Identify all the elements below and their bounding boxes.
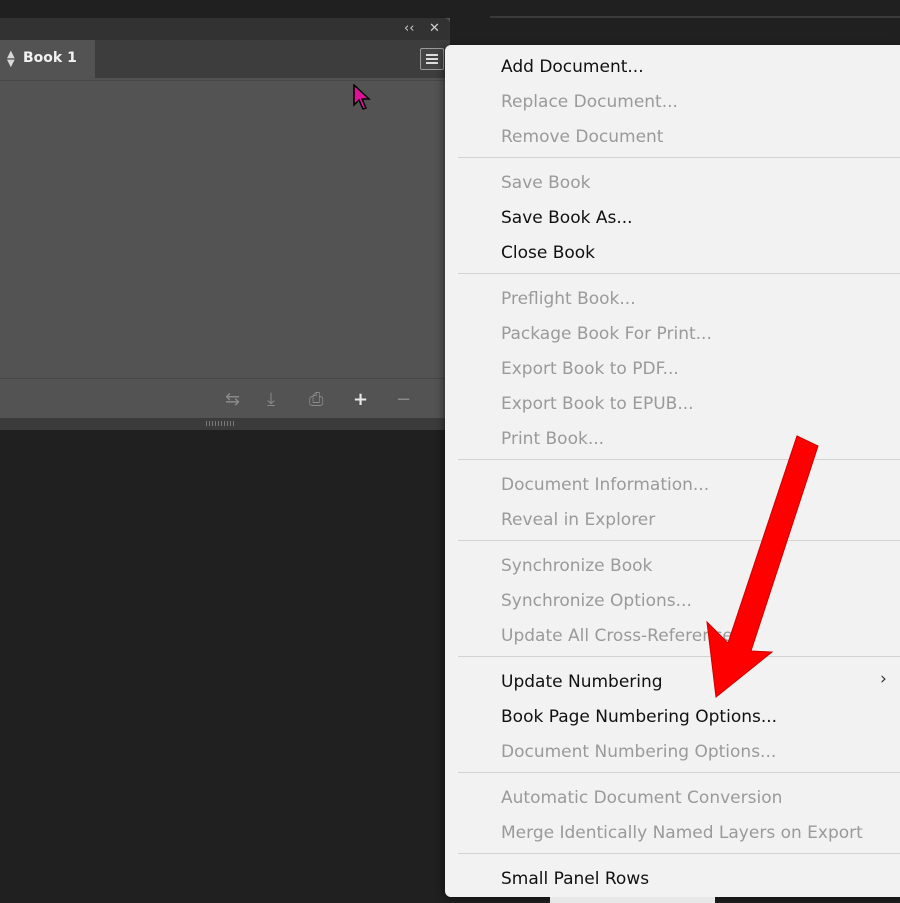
red-annotation-arrow-icon: [706, 435, 819, 698]
